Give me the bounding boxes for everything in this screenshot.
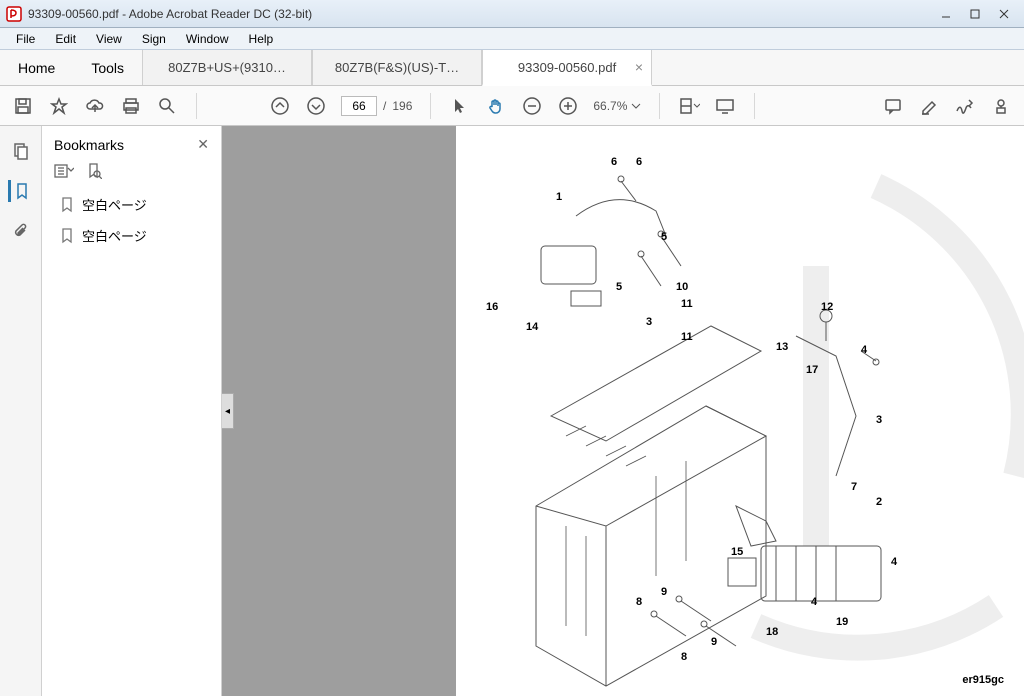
sign-button[interactable] xyxy=(954,95,976,117)
menu-sign[interactable]: Sign xyxy=(132,30,176,48)
zoom-select[interactable]: 66.7% xyxy=(593,99,641,113)
save-button[interactable] xyxy=(12,95,34,117)
window-controls xyxy=(932,4,1018,24)
bookmark-item[interactable]: 空白ページ xyxy=(42,220,221,251)
document-area: ◂ xyxy=(222,126,1024,696)
panel-title: Bookmarks xyxy=(54,137,124,153)
engine-diagram: 1 6 6 5 5 10 11 11 16 14 3 12 13 17 4 3 … xyxy=(456,126,1024,696)
window-title: 93309-00560.pdf - Adobe Acrobat Reader D… xyxy=(28,7,312,21)
figure-ref: er915gc xyxy=(962,674,1004,686)
screen-button[interactable] xyxy=(714,95,736,117)
pdf-page[interactable]: 1 6 6 5 5 10 11 11 16 14 3 12 13 17 4 3 … xyxy=(456,126,1024,696)
page-input[interactable] xyxy=(341,96,377,116)
page-indicator: / 196 xyxy=(341,96,412,116)
page-up-button[interactable] xyxy=(269,95,291,117)
tab-2[interactable]: 80Z7B(F&S)(US)-T… xyxy=(312,50,482,85)
cloud-button[interactable] xyxy=(84,95,106,117)
menu-file[interactable]: File xyxy=(6,30,45,48)
minimize-button[interactable] xyxy=(932,4,960,24)
fit-button[interactable] xyxy=(678,95,700,117)
thumbnails-button[interactable] xyxy=(10,140,32,162)
bookmark-find-icon[interactable] xyxy=(86,163,102,179)
page-total: 196 xyxy=(392,99,412,113)
bookmarks-button[interactable] xyxy=(8,180,30,202)
bookmarks-panel: Bookmarks ✕ 空白ページ 空白ページ xyxy=(42,126,222,696)
close-icon[interactable]: × xyxy=(635,59,643,75)
menu-edit[interactable]: Edit xyxy=(45,30,86,48)
hand-tool[interactable] xyxy=(485,95,507,117)
titlebar: 93309-00560.pdf - Adobe Acrobat Reader D… xyxy=(0,0,1024,28)
star-button[interactable] xyxy=(48,95,70,117)
zoom-in-button[interactable] xyxy=(557,95,579,117)
tools-button[interactable]: Tools xyxy=(73,50,142,85)
menu-bar: File Edit View Sign Window Help xyxy=(0,28,1024,50)
main-toolbar: / 196 66.7% xyxy=(0,86,1024,126)
tab-1[interactable]: 80Z7B+US+(9310… xyxy=(142,50,312,85)
panel-close-icon[interactable]: ✕ xyxy=(197,136,209,153)
menu-window[interactable]: Window xyxy=(176,30,239,48)
close-button[interactable] xyxy=(990,4,1018,24)
print-button[interactable] xyxy=(120,95,142,117)
tab-bar: Home Tools 80Z7B+US+(9310… 80Z7B(F&S)(US… xyxy=(0,50,1024,86)
maximize-button[interactable] xyxy=(961,4,989,24)
highlight-button[interactable] xyxy=(918,95,940,117)
stamp-button[interactable] xyxy=(990,95,1012,117)
page-down-button[interactable] xyxy=(305,95,327,117)
collapse-panel-button[interactable]: ◂ xyxy=(222,393,234,429)
bookmark-icon xyxy=(60,197,74,213)
app-icon xyxy=(6,6,22,22)
select-tool[interactable] xyxy=(449,95,471,117)
chevron-down-icon xyxy=(631,101,641,111)
main-area: Bookmarks ✕ 空白ページ 空白ページ ◂ xyxy=(0,126,1024,696)
menu-help[interactable]: Help xyxy=(239,30,284,48)
tab-3[interactable]: 93309-00560.pdf× xyxy=(482,50,652,86)
comment-button[interactable] xyxy=(882,95,904,117)
nav-rail xyxy=(0,126,42,696)
find-button[interactable] xyxy=(156,95,178,117)
menu-view[interactable]: View xyxy=(86,30,132,48)
bookmark-icon xyxy=(60,228,74,244)
zoom-out-button[interactable] xyxy=(521,95,543,117)
bookmark-item[interactable]: 空白ページ xyxy=(42,189,221,220)
attachments-button[interactable] xyxy=(10,220,32,242)
home-button[interactable]: Home xyxy=(0,50,73,85)
bookmark-options-icon[interactable] xyxy=(54,163,74,179)
